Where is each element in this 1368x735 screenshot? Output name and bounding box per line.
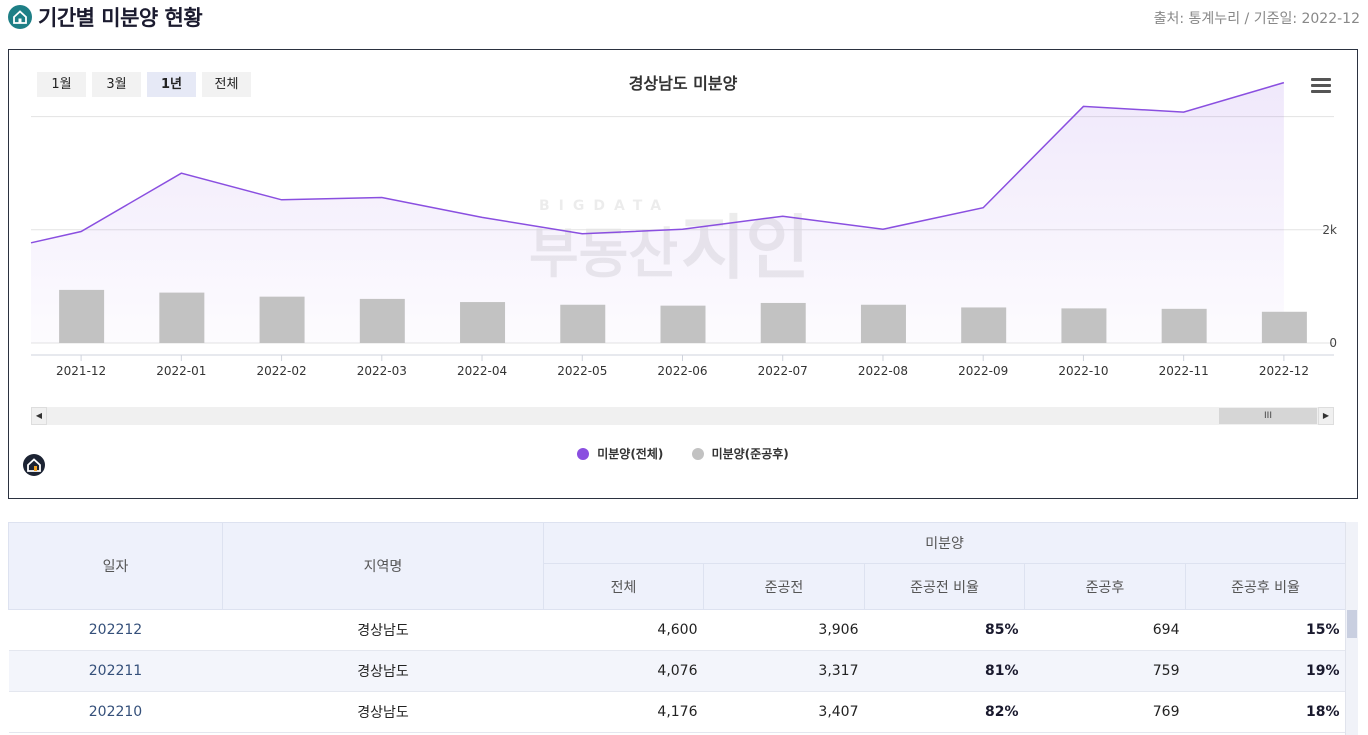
- source-text: 출처: 통계누리 / 기준일: 2022-12: [1153, 11, 1360, 27]
- bar-2022-04: [460, 302, 506, 343]
- bar-2022-10: [1061, 308, 1107, 343]
- table-row[interactable]: 202211 경상남도 4,076 3,317 81% 759 19%: [8, 650, 1346, 692]
- header-total[interactable]: 전체: [543, 563, 704, 610]
- scroll-left-button[interactable]: ◀: [31, 407, 47, 425]
- x-tick-label: 2022-05: [557, 364, 607, 378]
- cell-total: 4,076: [543, 650, 704, 692]
- cell-before: 3,906: [703, 609, 865, 651]
- header-region[interactable]: 지역명: [222, 522, 544, 610]
- chart-panel: 1월 3월 1년 전체 경상남도 미분양 BIGDATA 부동산 지인 02k2…: [8, 49, 1358, 499]
- legend-dot-purple-icon: [577, 447, 590, 460]
- legend-dot-gray-icon: [691, 447, 704, 460]
- home-icon: [8, 5, 32, 29]
- page-title: 기간별 미분양 현황: [38, 6, 203, 30]
- cell-region: 경상남도: [222, 650, 544, 692]
- y-tick-label: 2k: [1322, 223, 1337, 237]
- cell-date: 202212: [8, 609, 223, 651]
- cell-after: 694: [1024, 609, 1186, 651]
- scroll-thumb[interactable]: III: [1219, 408, 1317, 424]
- chart-scrollbar[interactable]: ◀ III ▶: [31, 407, 1334, 425]
- bar-2022-06: [660, 305, 706, 343]
- bar-2022-07: [760, 302, 806, 343]
- header-unsold-group: 미분양: [542, 522, 1347, 564]
- bar-2022-08: [860, 304, 906, 343]
- x-tick-label: 2022-07: [758, 364, 808, 378]
- bar-2022-01: [159, 292, 205, 343]
- cell-before-ratio: 85%: [864, 609, 1025, 651]
- scroll-right-button[interactable]: ▶: [1318, 407, 1334, 425]
- legend-item-completed[interactable]: 미분양(준공후): [691, 445, 789, 462]
- cell-after-ratio: 19%: [1185, 650, 1346, 692]
- header-after-completion[interactable]: 준공후: [1024, 563, 1186, 610]
- cell-before: 3,317: [703, 650, 865, 692]
- x-tick-label: 2022-11: [1159, 364, 1209, 378]
- x-tick-label: 2022-03: [357, 364, 407, 378]
- page-header: 기간별 미분양 현황 출처: 통계누리 / 기준일: 2022-12: [8, 0, 1360, 34]
- cell-after: 759: [1024, 650, 1186, 692]
- chart-legend: 미분양(전체) 미분양(준공후): [9, 445, 1357, 463]
- cell-total: 4,600: [543, 609, 704, 651]
- bar-2022-11: [1161, 308, 1207, 343]
- cell-date: 202211: [8, 650, 223, 692]
- x-tick-label: 2022-01: [156, 364, 206, 378]
- cell-before-ratio: 81%: [864, 650, 1025, 692]
- legend-label-total: 미분양(전체): [597, 447, 664, 461]
- cell-after-ratio: 15%: [1185, 609, 1346, 651]
- x-tick-label: 2022-12: [1259, 364, 1309, 378]
- x-tick-label: 2022-04: [457, 364, 507, 378]
- cell-region: 경상남도: [222, 691, 544, 733]
- watermark-letters: BIGDATA: [539, 198, 670, 214]
- bar-2022-03: [359, 298, 405, 343]
- x-tick-label: 2022-10: [1058, 364, 1108, 378]
- x-tick-label: 2022-09: [958, 364, 1008, 378]
- table-scrollbar[interactable]: [1345, 522, 1358, 735]
- cell-after-ratio: 18%: [1185, 691, 1346, 733]
- cell-after: 769: [1024, 691, 1186, 733]
- bar-2021-12: [59, 289, 105, 343]
- table-scroll-thumb[interactable]: [1347, 610, 1357, 638]
- header-date[interactable]: 일자: [8, 522, 223, 610]
- table-row[interactable]: 202210 경상남도 4,176 3,407 82% 769 18%: [8, 691, 1346, 733]
- legend-item-total[interactable]: 미분양(전체): [577, 445, 663, 462]
- data-table: 일자 지역명 미분양 전체 준공전 준공전 비율 준공후 준공후 비율 2022…: [8, 522, 1347, 733]
- cell-before-ratio: 82%: [864, 691, 1025, 733]
- bar-2022-09: [961, 307, 1007, 343]
- bar-2022-05: [560, 304, 606, 343]
- header-before-completion[interactable]: 준공전: [703, 563, 865, 610]
- bar-2022-02: [259, 296, 305, 343]
- table-row[interactable]: 202212 경상남도 4,600 3,906 85% 694 15%: [8, 609, 1346, 651]
- cell-total: 4,176: [543, 691, 704, 733]
- x-tick-label: 2021-12: [56, 364, 106, 378]
- x-tick-label: 2022-08: [858, 364, 908, 378]
- header-before-ratio[interactable]: 준공전 비율: [864, 563, 1025, 610]
- cell-before: 3,407: [703, 691, 865, 733]
- x-tick-label: 2022-06: [657, 364, 707, 378]
- x-tick-label: 2022-02: [257, 364, 307, 378]
- cell-region: 경상남도: [222, 609, 544, 651]
- bar-2022-12: [1261, 311, 1307, 343]
- brand-logo-icon: [23, 454, 45, 476]
- y-tick-label: 0: [1329, 336, 1337, 350]
- legend-label-completed: 미분양(준공후): [711, 447, 789, 461]
- cell-date: 202210: [8, 691, 223, 733]
- header-after-ratio[interactable]: 준공후 비율: [1184, 563, 1347, 610]
- chart-plot: BIGDATA 부동산 지인 02k2021-122022-012022-022…: [30, 81, 1337, 378]
